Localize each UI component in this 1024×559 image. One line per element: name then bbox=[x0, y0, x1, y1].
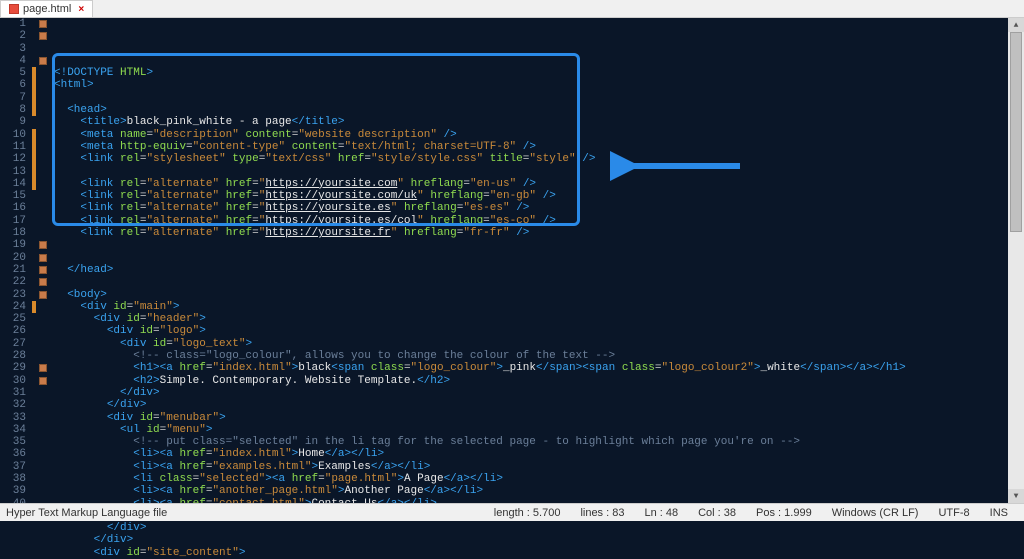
code-line[interactable]: <li class="selected"><a href="page.html"… bbox=[54, 473, 1024, 485]
code-line[interactable]: <link rel="alternate" href="https://your… bbox=[54, 227, 1024, 239]
code-line[interactable]: <div id="logo"> bbox=[54, 325, 1024, 337]
code-line[interactable]: <li><a href="index.html">Home</a></li> bbox=[54, 448, 1024, 460]
code-area[interactable]: <!DOCTYPE HTML><html> <head> <title>blac… bbox=[50, 18, 1024, 503]
vertical-scrollbar[interactable]: ▲ ▼ bbox=[1008, 18, 1024, 503]
code-line[interactable]: </div> bbox=[54, 387, 1024, 399]
code-line[interactable]: <link rel="alternate" href="https://your… bbox=[54, 190, 1024, 202]
status-eol: Windows (CR LF) bbox=[832, 507, 919, 519]
code-line[interactable]: <li><a href="another_page.html">Another … bbox=[54, 485, 1024, 497]
code-line[interactable]: <body> bbox=[54, 289, 1024, 301]
code-line[interactable]: <h2>Simple. Contemporary. Website Templa… bbox=[54, 375, 1024, 387]
code-line[interactable]: </div> bbox=[54, 534, 1024, 546]
code-line[interactable]: <!-- put class="selected" in the li tag … bbox=[54, 436, 1024, 448]
code-line[interactable]: <div id="menubar"> bbox=[54, 412, 1024, 424]
code-line[interactable]: </div> bbox=[54, 399, 1024, 411]
status-pos: Pos : 1.999 bbox=[756, 507, 812, 519]
tab-bar: page.html × bbox=[0, 0, 1024, 18]
file-tab[interactable]: page.html × bbox=[0, 0, 93, 17]
code-line[interactable]: <head> bbox=[54, 104, 1024, 116]
status-length: length : 5.700 bbox=[494, 507, 561, 519]
code-line[interactable]: <div id="site_content"> bbox=[54, 547, 1024, 559]
code-line[interactable] bbox=[54, 92, 1024, 104]
code-line[interactable] bbox=[54, 166, 1024, 178]
status-ins: INS bbox=[990, 507, 1008, 519]
status-encoding: UTF-8 bbox=[938, 507, 969, 519]
tab-label: page.html bbox=[23, 3, 71, 15]
code-line[interactable]: <html> bbox=[54, 79, 1024, 91]
code-line[interactable]: <li><a href="examples.html">Examples</a>… bbox=[54, 461, 1024, 473]
status-ln: Ln : 48 bbox=[644, 507, 678, 519]
code-line[interactable]: <!DOCTYPE HTML> bbox=[54, 67, 1024, 79]
status-file-type: Hyper Text Markup Language file bbox=[6, 507, 484, 519]
code-line[interactable]: <ul id="menu"> bbox=[54, 424, 1024, 436]
code-line[interactable]: <div id="header"> bbox=[54, 313, 1024, 325]
html-file-icon bbox=[9, 4, 19, 14]
code-line[interactable]: <link rel="alternate" href="https://your… bbox=[54, 178, 1024, 190]
status-lines: lines : 83 bbox=[580, 507, 624, 519]
code-line[interactable]: <div id="logo_text"> bbox=[54, 338, 1024, 350]
code-line[interactable]: </head> bbox=[54, 264, 1024, 276]
code-line[interactable]: <h1><a href="index.html">black<span clas… bbox=[54, 362, 1024, 374]
status-bar: Hyper Text Markup Language file length :… bbox=[0, 503, 1024, 521]
status-col: Col : 38 bbox=[698, 507, 736, 519]
scroll-up-button[interactable]: ▲ bbox=[1008, 18, 1024, 32]
code-line[interactable] bbox=[54, 252, 1024, 264]
code-line[interactable] bbox=[54, 276, 1024, 288]
code-line[interactable]: <div id="main"> bbox=[54, 301, 1024, 313]
code-line[interactable]: <!-- class="logo_colour", allows you to … bbox=[54, 350, 1024, 362]
code-line[interactable]: </div> bbox=[54, 522, 1024, 534]
code-line[interactable]: <title>black_pink_white - a page</title> bbox=[54, 116, 1024, 128]
scroll-thumb[interactable] bbox=[1010, 32, 1022, 232]
code-line[interactable]: <link rel="stylesheet" type="text/css" h… bbox=[54, 153, 1024, 165]
code-line[interactable]: <link rel="alternate" href="https://your… bbox=[54, 215, 1024, 227]
code-line[interactable]: <meta http-equiv="content-type" content=… bbox=[54, 141, 1024, 153]
editor[interactable]: 1234567891011121314151617181920212223242… bbox=[0, 18, 1024, 503]
scroll-down-button[interactable]: ▼ bbox=[1008, 489, 1024, 503]
code-line[interactable]: <link rel="alternate" href="https://your… bbox=[54, 202, 1024, 214]
code-line[interactable]: <meta name="description" content="websit… bbox=[54, 129, 1024, 141]
code-line[interactable] bbox=[54, 239, 1024, 251]
close-icon[interactable]: × bbox=[78, 4, 84, 15]
line-number-gutter: 1234567891011121314151617181920212223242… bbox=[0, 18, 32, 503]
fold-column bbox=[36, 18, 50, 503]
